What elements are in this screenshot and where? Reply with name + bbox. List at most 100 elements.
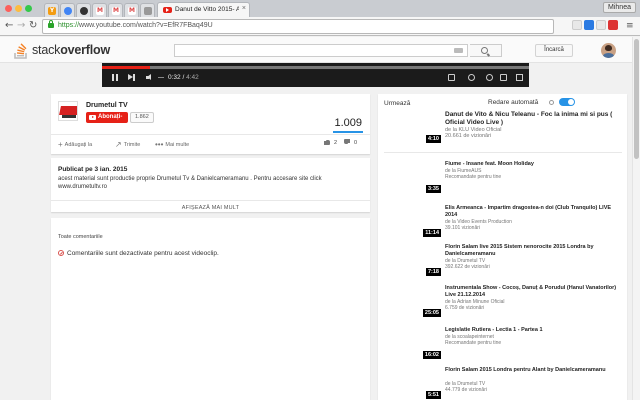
profile-button[interactable]: Mihnea bbox=[603, 2, 636, 13]
share-button[interactable]: ↗ Trimite bbox=[115, 140, 140, 149]
video-title[interactable]: Legislatie Rutiera - Lectia 1 - Partea 1 bbox=[445, 327, 623, 334]
github-favicon-icon bbox=[80, 7, 88, 15]
volume-icon[interactable] bbox=[146, 74, 155, 81]
video-duration: 5:51 bbox=[425, 391, 441, 399]
add-to-button[interactable]: + Adăugați la bbox=[58, 140, 92, 149]
close-tab-icon[interactable]: × bbox=[242, 5, 246, 12]
dislike-count: 0 bbox=[354, 140, 358, 146]
gear-icon[interactable] bbox=[468, 74, 475, 81]
volume-slider[interactable] bbox=[158, 77, 164, 78]
page-scrollbar[interactable] bbox=[632, 37, 640, 400]
gmail-favicon-icon: M bbox=[96, 7, 104, 15]
show-more-button[interactable]: AFIȘEAZĂ MAI MULT bbox=[51, 200, 370, 211]
site-logo[interactable]: stackoverflow bbox=[14, 43, 134, 59]
channel-avatar[interactable] bbox=[58, 101, 78, 121]
channel-name[interactable]: Drumetul TV bbox=[86, 102, 128, 109]
subtitles-icon[interactable] bbox=[448, 74, 455, 81]
pause-icon[interactable] bbox=[112, 74, 118, 81]
avatar[interactable] bbox=[601, 43, 616, 58]
watch-later-icon[interactable] bbox=[486, 74, 493, 81]
more-icon: ••• bbox=[155, 140, 164, 149]
close-window-button[interactable] bbox=[5, 5, 12, 12]
tab-generic[interactable] bbox=[140, 3, 155, 17]
tab-gmail-3[interactable]: M bbox=[124, 3, 139, 17]
video-title[interactable]: Danut de Vito & Nicu Teleanu - Foc la in… bbox=[445, 111, 623, 126]
tab-title: Danut de Vitto 2015- A bbox=[175, 6, 239, 13]
video-duration: 3:35 bbox=[425, 185, 441, 193]
divider bbox=[51, 134, 370, 135]
cast-icon[interactable] bbox=[500, 74, 507, 81]
autoplay-toggle[interactable] bbox=[559, 98, 575, 106]
page-favicon-icon bbox=[144, 7, 152, 15]
share-label: Trimite bbox=[123, 142, 141, 148]
fullscreen-icon[interactable] bbox=[516, 74, 523, 81]
comments-heading: Toate comentariile bbox=[58, 234, 103, 240]
info-icon[interactable] bbox=[549, 100, 554, 105]
forward-arrow-icon[interactable]: → bbox=[17, 20, 25, 32]
scrollbar-thumb[interactable] bbox=[634, 39, 639, 159]
search-button[interactable] bbox=[470, 44, 502, 57]
progress-loaded bbox=[102, 66, 529, 69]
like-icon[interactable] bbox=[324, 139, 330, 145]
browser-toolbar: ← → ↻ https://www.youtube.com/watch?v=Ef… bbox=[0, 17, 640, 36]
sentiment-bar bbox=[333, 131, 363, 133]
back-arrow-icon[interactable]: ← bbox=[5, 20, 13, 32]
tab-active-youtube[interactable]: Danut de Vitto 2015- A × bbox=[157, 2, 250, 17]
video-views: 6.759 de vizionări bbox=[445, 305, 485, 311]
video-title[interactable]: Florin Salam 2015 Londra pentru Alant by… bbox=[445, 367, 623, 374]
extension-icon[interactable] bbox=[596, 20, 606, 30]
tab-chrome[interactable] bbox=[60, 3, 75, 17]
progress-bar[interactable] bbox=[102, 66, 529, 69]
search-input[interactable] bbox=[174, 44, 468, 57]
extension-icon[interactable] bbox=[572, 20, 582, 30]
reload-icon[interactable]: ↻ bbox=[29, 20, 37, 32]
gmail-favicon-icon: M bbox=[128, 7, 136, 15]
add-to-label: Adăugați la bbox=[64, 142, 93, 148]
keyboard-icon[interactable] bbox=[454, 48, 463, 53]
video-title[interactable]: Instrumentala Show - Cocoș, Danuț & Poru… bbox=[445, 285, 623, 299]
tab-gmail-1[interactable]: M bbox=[92, 3, 107, 17]
video-title[interactable]: Florin Salam live 2015 Sistem nenorocite… bbox=[445, 244, 623, 258]
more-button[interactable]: ••• Mai multe bbox=[155, 140, 189, 149]
site-header: stackoverflow Încarcă bbox=[0, 37, 632, 63]
video-title[interactable]: Elis Armeanca - Impartim dragostea-n doi… bbox=[445, 205, 623, 219]
subscriber-count: 1.862 bbox=[130, 112, 154, 123]
extension-icon[interactable] bbox=[608, 20, 618, 30]
menu-icon[interactable]: ≡ bbox=[626, 20, 634, 32]
video-views: Recomandate pentru tine bbox=[445, 174, 502, 180]
video-title[interactable]: Fiume - Insane feat. Moon Holiday bbox=[445, 161, 623, 168]
video-thumbnail[interactable]: 3:35 bbox=[384, 161, 441, 193]
tab-gmail-2[interactable]: M bbox=[108, 3, 123, 17]
comments-disabled-message: Comentariile sunt dezactivate pentru ace… bbox=[58, 250, 219, 257]
current-time: 0:32 bbox=[168, 74, 181, 81]
youtube-favicon-icon: Y bbox=[48, 7, 56, 15]
video-thumbnail[interactable]: 25:05 bbox=[384, 285, 441, 317]
video-duration: 16:02 bbox=[422, 351, 441, 359]
subscribe-label: Abonați-vă bbox=[98, 114, 123, 131]
stack-logo-icon bbox=[14, 43, 27, 59]
plus-icon: + bbox=[58, 140, 63, 149]
upload-button[interactable]: Încarcă bbox=[535, 44, 573, 57]
video-duration: 4:10 bbox=[425, 135, 441, 143]
gmail-favicon-icon: M bbox=[112, 7, 120, 15]
video-owner-card: Drumetul TV Abonați-vă 1.862 1.009 + Adău… bbox=[51, 94, 370, 154]
tab-youtube[interactable]: Y bbox=[44, 3, 59, 17]
address-bar[interactable]: https://www.youtube.com/watch?v=EfR7FBaq… bbox=[42, 19, 554, 34]
video-player-controls[interactable]: 0:32 / 4:42 bbox=[102, 63, 529, 87]
video-thumbnail[interactable]: 5:51 bbox=[384, 367, 441, 399]
tab-github[interactable] bbox=[76, 3, 91, 17]
maximize-window-button[interactable] bbox=[25, 5, 32, 12]
divider bbox=[384, 152, 622, 153]
minimize-window-button[interactable] bbox=[15, 5, 22, 12]
video-thumbnail[interactable]: 4:10 bbox=[384, 111, 441, 143]
next-icon[interactable] bbox=[128, 74, 135, 81]
youtube-icon bbox=[89, 115, 96, 120]
subscribe-button[interactable]: Abonați-vă bbox=[86, 112, 128, 131]
progress-played bbox=[102, 66, 151, 69]
url-text: https://www.youtube.com/watch?v=EfR7FBaq… bbox=[58, 22, 213, 29]
video-thumbnail[interactable]: 16:02 bbox=[384, 327, 441, 359]
video-thumbnail[interactable]: 7:18 bbox=[384, 244, 441, 276]
dislike-icon[interactable] bbox=[344, 139, 350, 145]
extension-icon[interactable] bbox=[584, 20, 594, 30]
video-thumbnail[interactable]: 11:14 bbox=[384, 205, 441, 237]
